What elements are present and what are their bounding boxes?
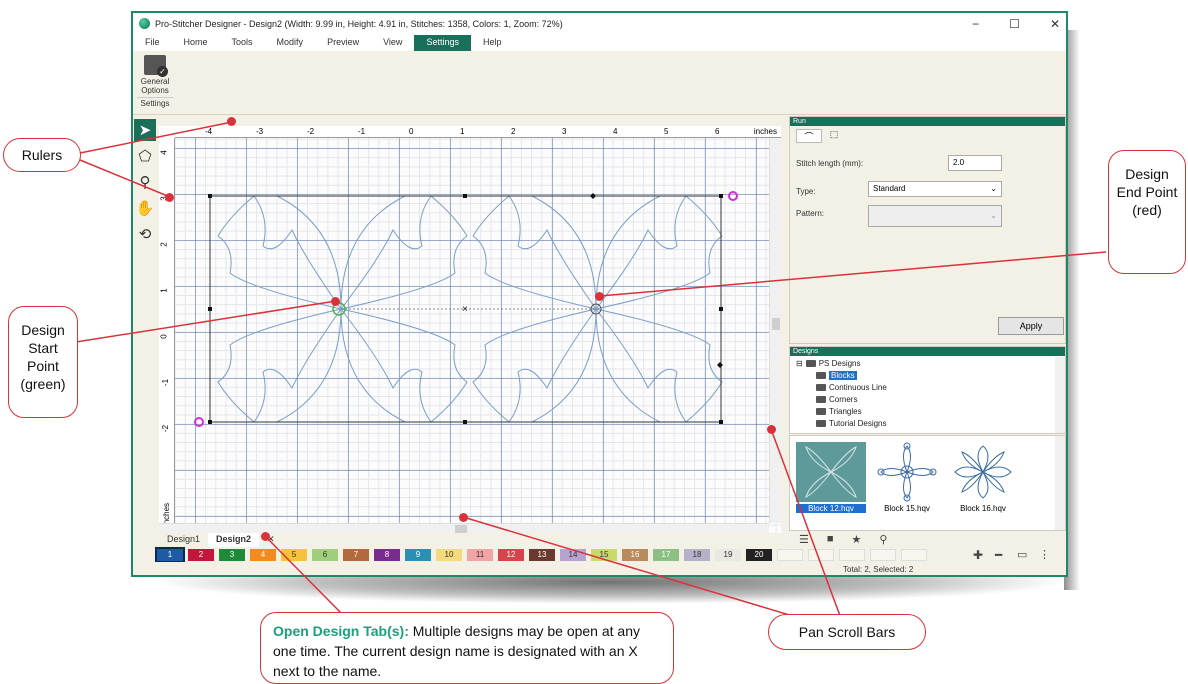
callout-pan-scroll: Pan Scroll Bars [768, 614, 926, 650]
callout-dot [459, 513, 468, 522]
callout-dot [595, 292, 604, 301]
callout-rulers: Rulers [3, 138, 81, 172]
callout-design-tabs: Open Design Tab(s): Multiple designs may… [260, 612, 674, 684]
callout-dot [261, 532, 270, 541]
callout-dot [767, 425, 776, 434]
callout-dot [331, 297, 340, 306]
callout-start-point: Design Start Point (green) [8, 306, 78, 418]
callout-lines [75, 121, 1107, 633]
callout-end-point: Design End Point (red) [1108, 150, 1186, 274]
callout-dot [165, 193, 174, 202]
callout-dot [227, 117, 236, 126]
callout-tabs-title: Open Design Tab(s): [273, 623, 409, 639]
